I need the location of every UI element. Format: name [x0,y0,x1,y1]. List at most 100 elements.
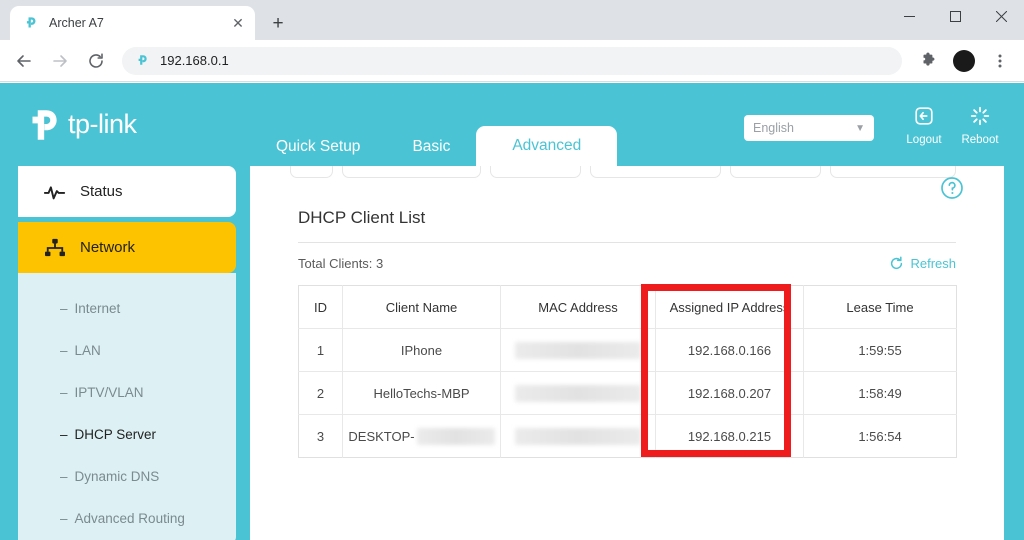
redaction-block [515,341,641,359]
tplink-logo: tp-link [22,104,137,146]
sidebar-subitem-advanced-routing[interactable]: – Advanced Routing [18,497,236,539]
network-tree-icon [44,238,66,258]
sidebar-subitem-dynamic-dns[interactable]: – Dynamic DNS [18,455,236,497]
browser-tab-strip: Archer A7 ✕ + [0,0,1024,40]
sidebar-subitem-lan[interactable]: – LAN [18,329,236,371]
router-header: tp-link Quick Setup Basic Advanced Engli… [0,83,1024,166]
table-header: ID Client Name MAC Address Assigned IP A… [298,285,957,329]
overflow-card [589,166,722,178]
tab-advanced[interactable]: Advanced [476,126,618,166]
maximize-icon[interactable] [932,0,978,33]
window-controls [886,0,1024,33]
pulse-icon [44,184,66,200]
reboot-button[interactable]: Reboot [952,105,1008,146]
avatar-icon[interactable] [949,46,979,76]
reboot-icon [969,105,991,132]
dash-icon: – [60,342,68,358]
puzzle-icon[interactable] [913,46,943,76]
cell-id: 1 [298,328,343,372]
sidebar: Status Network – Internet – LAN – IPTV/V… [0,166,236,540]
page-scrollbar[interactable] [236,166,250,540]
redaction-block [515,384,641,402]
sidebar-submenu: – Internet – LAN – IPTV/VLAN – DHCP Serv… [18,273,236,540]
table-row: 2 HelloTechs-MBP 192.168.0.207 1:58:49 [298,371,957,415]
cell-lease-time: 1:58:49 [803,371,957,415]
logout-button[interactable]: Logout [896,105,952,146]
plus-icon[interactable]: + [264,9,292,37]
chevron-down-icon: ▼ [855,122,865,134]
dash-icon: – [60,300,68,316]
table-row: 1 IPhone 192.168.0.166 1:59:55 [298,328,957,372]
dash-icon: – [60,426,68,442]
column-header-lease-time: Lease Time [803,285,957,329]
total-clients-label: Total Clients: 3 [298,256,384,271]
cell-assigned-ip: 192.168.0.215 [655,414,804,458]
language-select[interactable]: English ▼ [744,115,874,141]
content-area: DHCP Client List Total Clients: 3 Refres… [250,166,1004,540]
arrow-left-icon[interactable] [8,45,40,77]
tplink-logo-icon [22,104,64,146]
sidebar-subitem-label: IPTV/VLAN [74,384,144,400]
sidebar-subitem-internet[interactable]: – Internet [18,287,236,329]
table-header-row: ID Client Name MAC Address Assigned IP A… [298,285,957,329]
client-name-text: DESKTOP- [348,428,415,444]
sidebar-subitem-label: LAN [74,342,101,358]
browser-window: Archer A7 ✕ + 192.168.0.1 tp-link Quick … [0,0,1024,540]
cell-assigned-ip: 192.168.0.166 [655,328,804,372]
page-title: DHCP Client List [298,208,426,227]
address-bar[interactable]: 192.168.0.1 [122,46,902,75]
redaction-block [515,427,641,445]
column-header-id: ID [298,285,343,329]
cell-client-name: DESKTOP- [342,414,501,458]
sidebar-item-status[interactable]: Status [18,166,236,217]
cell-mac-address [500,414,656,458]
column-header-mac-address: MAC Address [500,285,656,329]
browser-toolbar: 192.168.0.1 [0,40,1024,82]
refresh-button[interactable]: Refresh [889,256,956,271]
tplink-favicon-icon [22,15,39,32]
address-bar-url: 192.168.0.1 [160,53,229,68]
logout-icon [913,105,935,132]
cell-lease-time: 1:59:55 [803,328,957,372]
refresh-label: Refresh [910,256,956,271]
router-body: Status Network – Internet – LAN – IPTV/V… [0,166,1024,540]
cell-client-name: HelloTechs-MBP [342,371,501,415]
sidebar-subitem-label: Advanced Routing [74,510,185,526]
cell-mac-address [500,371,656,415]
window-close-icon[interactable] [978,0,1024,33]
sidebar-subitem-dhcp-server[interactable]: – DHCP Server [18,413,236,455]
cell-id: 2 [298,371,343,415]
minimize-icon[interactable] [886,0,932,33]
router-nav-tabs: Quick Setup Basic Advanced [250,118,618,166]
sidebar-subitem-iptv-vlan[interactable]: – IPTV/VLAN [18,371,236,413]
dhcp-client-table: ID Client Name MAC Address Assigned IP A… [298,285,957,458]
refresh-icon [889,256,904,271]
cell-assigned-ip: 192.168.0.207 [655,371,804,415]
sidebar-subitem-label: Dynamic DNS [74,468,160,484]
sidebar-item-network[interactable]: Network [18,222,236,273]
table-row: 3 DESKTOP- 192.168.0.215 1:56:54 [298,414,957,458]
sidebar-subitem-label: DHCP Server [74,426,157,442]
browser-tab[interactable]: Archer A7 ✕ [10,6,255,40]
help-circle-icon[interactable] [940,176,964,200]
cell-id: 3 [298,414,343,458]
dash-icon: – [60,384,68,400]
dash-icon: – [60,510,68,526]
overflow-card [730,166,821,178]
column-header-assigned-ip: Assigned IP Address [655,285,804,329]
reload-icon[interactable] [80,45,112,77]
kebab-menu-icon[interactable] [985,46,1015,76]
tplink-favicon-icon [134,53,150,69]
tab-quick-setup[interactable]: Quick Setup [250,128,386,166]
tab-basic[interactable]: Basic [386,128,476,166]
divider [298,242,956,243]
sidebar-subitem-label: Internet [74,300,121,316]
dhcp-table-wrapper: ID Client Name MAC Address Assigned IP A… [298,284,957,458]
overflow-card [489,166,581,178]
panel-subheader: Total Clients: 3 Refresh [298,256,956,271]
language-select-value: English [753,121,794,135]
right-teal-band [1004,166,1024,540]
router-admin-page: tp-link Quick Setup Basic Advanced Engli… [0,83,1024,540]
close-icon[interactable]: ✕ [229,14,247,32]
header-controls: English ▼ Logout Reboot [744,105,1008,146]
